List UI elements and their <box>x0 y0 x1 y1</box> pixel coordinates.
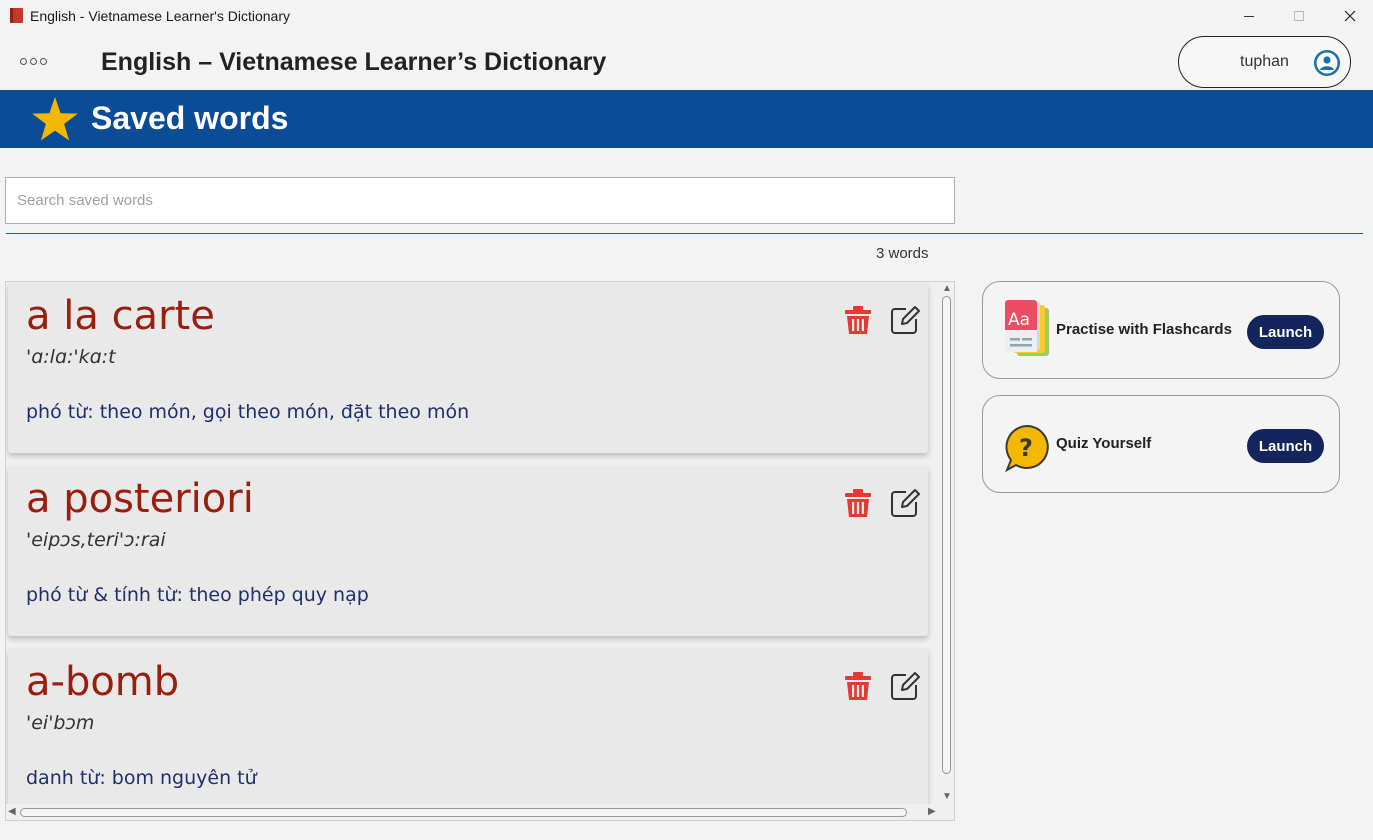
app-title: English – Vietnamese Learner’s Dictionar… <box>101 48 607 76</box>
feature-label: Quiz Yourself <box>1056 435 1152 452</box>
scroll-up-icon[interactable]: ▲ <box>942 284 952 294</box>
word-card[interactable]: a-bomb 'ei'bɔm danh từ: bom nguyên tử <box>8 649 928 819</box>
maximize-icon <box>1294 11 1304 21</box>
scroll-left-icon[interactable]: ◀ <box>8 807 16 817</box>
dot-icon <box>20 58 27 65</box>
user-avatar-icon <box>1314 50 1340 76</box>
quiz-card: ? Quiz Yourself Launch <box>982 395 1340 493</box>
user-account-button[interactable]: tuphan <box>1178 36 1351 88</box>
word-phonetic: 'ei'bɔm <box>26 712 95 734</box>
flashcards-icon: Aa <box>1005 300 1049 356</box>
page-title: Saved words <box>91 100 289 136</box>
edit-icon[interactable] <box>890 671 920 701</box>
window-title: English - Vietnamese Learner's Dictionar… <box>30 8 290 24</box>
flashcards-card: Aa Practise with Flashcards Launch <box>982 281 1340 379</box>
svg-text:?: ? <box>1019 434 1033 462</box>
more-menu-button[interactable] <box>20 58 47 65</box>
scroll-right-icon[interactable]: ▶ <box>928 807 936 817</box>
delete-icon[interactable] <box>844 488 872 518</box>
word-card[interactable]: a la carte 'ɑ:lɑ:'kɑ:t phó từ: theo món,… <box>8 283 928 453</box>
dot-icon <box>40 58 47 65</box>
scrollbar-thumb[interactable] <box>942 296 951 774</box>
edit-icon[interactable] <box>890 305 920 335</box>
close-icon <box>1344 10 1356 22</box>
word-headword: a posteriori <box>26 476 254 522</box>
search-input[interactable] <box>5 177 955 224</box>
word-headword: a la carte <box>26 293 215 339</box>
page-banner: Saved words <box>0 90 1373 148</box>
word-count: 3 words <box>876 245 929 262</box>
word-phonetic: 'ɑ:lɑ:'kɑ:t <box>26 346 116 368</box>
minimize-button[interactable] <box>1226 0 1272 32</box>
divider <box>6 233 1363 234</box>
vertical-scrollbar[interactable]: ▲ ▼ <box>939 282 954 804</box>
word-definition: danh từ: bom nguyên tử <box>26 767 257 789</box>
star-icon <box>32 97 78 141</box>
username: tuphan <box>1240 53 1289 70</box>
horizontal-scrollbar[interactable]: ◀ ▶ <box>6 804 954 820</box>
word-card[interactable]: a posteriori 'eipɔs,teri'ɔ:rai phó từ & … <box>8 466 928 636</box>
saved-words-list[interactable]: a la carte 'ɑ:lɑ:'kɑ:t phó từ: theo món,… <box>5 281 955 821</box>
close-button[interactable] <box>1327 0 1373 32</box>
question-bubble-icon: ? <box>1005 424 1049 473</box>
app-header: English – Vietnamese Learner’s Dictionar… <box>0 32 1373 90</box>
delete-icon[interactable] <box>844 671 872 701</box>
delete-icon[interactable] <box>844 305 872 335</box>
word-definition: phó từ & tính từ: theo phép quy nạp <box>26 584 369 606</box>
window-titlebar: English - Vietnamese Learner's Dictionar… <box>0 0 1373 32</box>
launch-flashcards-button[interactable]: Launch <box>1247 315 1324 349</box>
book-icon <box>10 8 23 23</box>
edit-icon[interactable] <box>890 488 920 518</box>
scroll-down-icon[interactable]: ▼ <box>942 792 952 802</box>
feature-label: Practise with Flashcards <box>1056 321 1232 338</box>
minimize-icon <box>1244 15 1254 17</box>
word-headword: a-bomb <box>26 659 180 705</box>
word-definition: phó từ: theo món, gọi theo món, đặt theo… <box>26 401 470 423</box>
word-phonetic: 'eipɔs,teri'ɔ:rai <box>26 529 166 551</box>
launch-quiz-button[interactable]: Launch <box>1247 429 1324 463</box>
svg-text:Aa: Aa <box>1008 310 1030 330</box>
maximize-button[interactable] <box>1276 0 1322 32</box>
scrollbar-thumb[interactable] <box>20 808 907 817</box>
dot-icon <box>30 58 37 65</box>
